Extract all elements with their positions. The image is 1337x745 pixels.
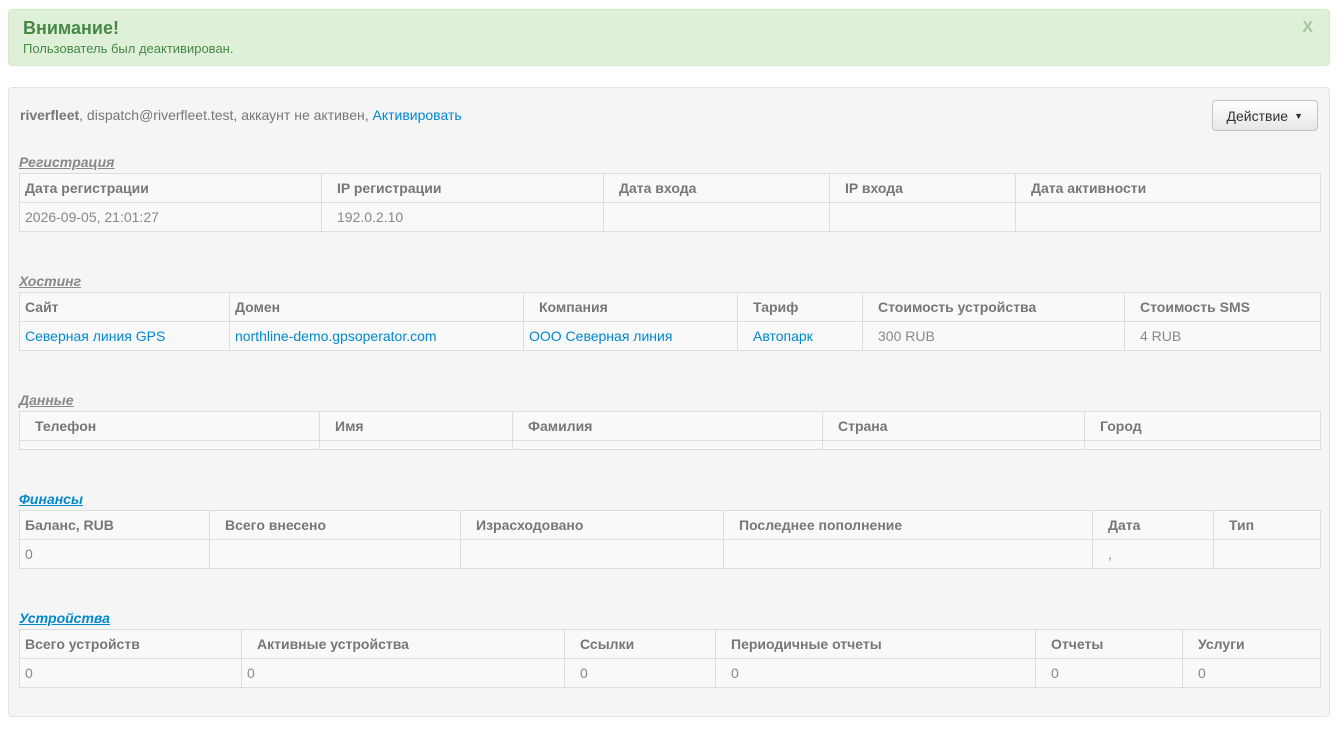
column-header: Дата (1092, 510, 1214, 540)
success-alert: Внимание! Пользователь был деактивирован… (8, 9, 1330, 66)
last-topup-value (723, 539, 1093, 569)
user-summary: riverfleet, dispatch@riverfleet.test, ак… (20, 107, 462, 123)
registration-table: Дата регистрации IP регистрации Дата вхо… (19, 173, 1321, 232)
personal-data-section-title: Данные (19, 392, 74, 408)
column-header: Город (1084, 411, 1321, 441)
table-row (19, 440, 1321, 450)
user-details: , dispatch@riverfleet.test, аккаунт не а… (79, 107, 373, 123)
spent-value (460, 539, 724, 569)
column-header: Активные устройства (241, 629, 565, 659)
periodic-reports-value: 0 (715, 658, 1036, 688)
phone-value (19, 440, 320, 450)
table-header-row: Всего устройств Активные устройства Ссыл… (19, 629, 1321, 659)
table-row: 0 0 0 0 0 0 (19, 658, 1321, 688)
sms-price: 4 RUB (1124, 321, 1321, 351)
column-header: Всего устройств (19, 629, 242, 659)
country-value (822, 440, 1085, 450)
login-date (603, 202, 830, 232)
table-header-row: Сайт Домен Компания Тариф Стоимость устр… (19, 292, 1321, 322)
column-header: Тип (1213, 510, 1321, 540)
table-row: Северная линия GPS northline-demo.gpsope… (19, 321, 1321, 351)
column-header: Последнее пополнение (723, 510, 1093, 540)
column-header: Ссылки (564, 629, 716, 659)
column-header: Сайт (19, 292, 230, 322)
reports-value: 0 (1035, 658, 1183, 688)
column-header: Дата активности (1015, 173, 1321, 203)
column-header: Дата входа (603, 173, 830, 203)
activity-date (1015, 202, 1321, 232)
alert-message: Пользователь был деактивирован. (23, 41, 234, 56)
devices-section-title[interactable]: Устройства (19, 610, 110, 626)
registration-ip: 192.0.2.10 (321, 202, 604, 232)
device-price: 300 RUB (862, 321, 1125, 351)
links-value: 0 (564, 658, 716, 688)
active-devices-value: 0 (241, 658, 565, 688)
column-header: Компания (523, 292, 738, 322)
table-row: 2026-09-05, 21:01:27 192.0.2.10 (19, 202, 1321, 232)
registration-date: 2026-09-05, 21:01:27 (19, 202, 322, 232)
column-header: Телефон (19, 411, 320, 441)
column-header: Периодичные отчеты (715, 629, 1036, 659)
alert-title: Внимание! (23, 18, 119, 38)
finance-table: Баланс, RUB Всего внесено Израсходовано … (19, 510, 1321, 569)
registration-section-title: Регистрация (19, 154, 115, 170)
total-devices-value: 0 (19, 658, 242, 688)
hosting-section-title: Хостинг (19, 273, 82, 289)
activate-link[interactable]: Активировать (373, 107, 462, 123)
table-row: 0 , (19, 539, 1321, 569)
column-header: Фамилия (512, 411, 823, 441)
last-name-value (512, 440, 823, 450)
column-header: IP регистрации (321, 173, 604, 203)
site-link[interactable]: Северная линия GPS (25, 328, 165, 344)
devices-table: Всего устройств Активные устройства Ссыл… (19, 629, 1321, 688)
balance-value: 0 (19, 539, 210, 569)
column-header: Отчеты (1035, 629, 1183, 659)
caret-down-icon: ▼ (1294, 110, 1303, 121)
finance-section-title[interactable]: Финансы (19, 491, 83, 507)
city-value (1084, 440, 1321, 450)
column-header: Баланс, RUB (19, 510, 210, 540)
tariff-link[interactable]: Автопарк (753, 328, 813, 344)
domain-cell: northline-demo.gpsoperator.com (229, 321, 524, 351)
hosting-table: Сайт Домен Компания Тариф Стоимость устр… (19, 292, 1321, 351)
company-link[interactable]: ООО Северная линия (529, 328, 672, 344)
table-header-row: Баланс, RUB Всего внесено Израсходовано … (19, 510, 1321, 540)
personal-data-table: Телефон Имя Фамилия Страна Город (19, 411, 1321, 450)
close-icon[interactable]: X (1302, 19, 1313, 37)
column-header: Стоимость SMS (1124, 292, 1321, 322)
login-ip (829, 202, 1016, 232)
user-panel: riverfleet, dispatch@riverfleet.test, ак… (8, 87, 1330, 717)
site-cell: Северная линия GPS (19, 321, 230, 351)
column-header: Домен (229, 292, 524, 322)
table-header-row: Телефон Имя Фамилия Страна Город (19, 411, 1321, 441)
services-value: 0 (1182, 658, 1321, 688)
table-header-row: Дата регистрации IP регистрации Дата вхо… (19, 173, 1321, 203)
column-header: Услуги (1182, 629, 1321, 659)
action-button-label: Действие (1226, 107, 1289, 124)
column-header: Имя (319, 411, 513, 441)
company-cell: ООО Северная линия (523, 321, 738, 351)
column-header: Израсходовано (460, 510, 724, 540)
column-header: Тариф (737, 292, 863, 322)
column-header: Страна (822, 411, 1085, 441)
type-value (1213, 539, 1321, 569)
action-dropdown-button[interactable]: Действие ▼ (1211, 100, 1318, 131)
column-header: Всего внесено (209, 510, 461, 540)
user-login: riverfleet (20, 107, 80, 123)
date-value: , (1092, 539, 1214, 569)
tariff-cell: Автопарк (737, 321, 863, 351)
first-name-value (319, 440, 513, 450)
total-deposited-value (209, 539, 461, 569)
domain-link[interactable]: northline-demo.gpsoperator.com (235, 328, 437, 344)
column-header: Стоимость устройства (862, 292, 1125, 322)
column-header: IP входа (829, 173, 1016, 203)
column-header: Дата регистрации (19, 173, 322, 203)
